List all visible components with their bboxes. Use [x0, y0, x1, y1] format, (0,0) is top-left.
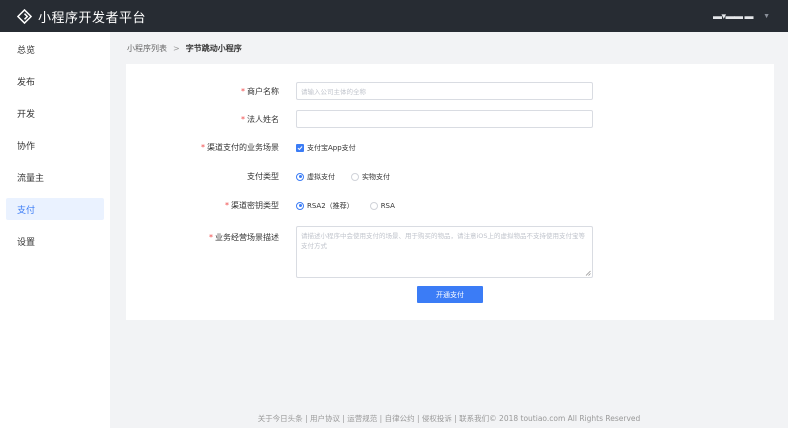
- required-mark: *: [201, 143, 205, 152]
- pay-type-row: 支付类型 虚拟支付 实物支付: [126, 171, 406, 182]
- sidebar-item-label: 总览: [17, 45, 36, 56]
- pay-type-virtual-radio[interactable]: 虚拟支付: [296, 172, 335, 182]
- merchant-name-row: * 商户名称 请输入公司主体的全称: [126, 82, 593, 100]
- sidebar: 总览发布开发协作流量主支付设置: [0, 32, 110, 428]
- top-bar: 小程序开发者平台 ▬▾▬▬ ▬ ▼: [0, 0, 788, 32]
- resize-handle-icon[interactable]: [585, 270, 591, 276]
- breadcrumb: 小程序列表 > 字节跳动小程序: [127, 43, 242, 54]
- required-mark: *: [225, 201, 229, 210]
- sidebar-item-traffic[interactable]: 流量主: [6, 166, 104, 188]
- pay-type-label: 支付类型: [247, 172, 279, 181]
- sidebar-item-overview[interactable]: 总览: [6, 38, 104, 60]
- sidebar-item-payment[interactable]: 支付: [6, 198, 104, 220]
- key-type-row: * 渠道密钥类型 RSA2（推荐） RSA: [126, 200, 411, 211]
- key-type-rsa-label: RSA: [380, 201, 395, 210]
- description-textarea[interactable]: 请描述小程序中会使用支付的场景、用于购买的物品，请注意iOS上的虚拟物品不支持使…: [296, 226, 593, 278]
- sidebar-item-label: 开发: [17, 109, 36, 120]
- required-mark: *: [209, 233, 213, 242]
- diamond-logo-icon: [17, 8, 32, 24]
- sidebar-nav: 总览发布开发协作流量主支付设置: [0, 32, 110, 252]
- alipay-app-label: 支付宝App支付: [307, 143, 356, 152]
- sidebar-item-label: 流量主: [17, 173, 45, 184]
- pay-type-physical-radio[interactable]: 实物支付: [351, 172, 390, 182]
- sidebar-item-label: 设置: [17, 237, 36, 248]
- description-label: 业务经营场景描述: [215, 233, 279, 242]
- required-mark: *: [241, 114, 245, 124]
- breadcrumb-parent-link[interactable]: 小程序列表: [127, 43, 167, 54]
- merchant-name-input[interactable]: 请输入公司主体的全称: [296, 82, 593, 100]
- radio-selected-icon: [296, 201, 304, 210]
- merchant-name-placeholder: 请输入公司主体的全称: [301, 88, 366, 96]
- alipay-app-checkbox[interactable]: 支付宝App支付: [296, 143, 356, 153]
- main-content: 小程序列表 > 字节跳动小程序 *商户名称 请输入公司主体的全称 *法人姓名: [110, 32, 788, 428]
- radio-unselected-icon: [351, 172, 359, 181]
- sidebar-item-collaborate[interactable]: 协作: [6, 134, 104, 156]
- user-name: ▬▾▬▬ ▬: [713, 10, 754, 21]
- sidebar-item-publish[interactable]: 发布: [6, 70, 104, 92]
- legal-name-input[interactable]: [296, 110, 593, 128]
- checkbox-checked-icon: [296, 143, 304, 152]
- business-scene-label: 渠道支付的业务场景: [207, 143, 279, 152]
- key-type-rsa2-radio[interactable]: RSA2（推荐）: [296, 201, 354, 211]
- business-scene-row: * 渠道支付的业务场景 支付宝App支付: [126, 142, 372, 153]
- platform-title: 小程序开发者平台: [38, 10, 147, 26]
- description-row: * 业务经营场景描述 请描述小程序中会使用支付的场景、用于购买的物品，请注意iOS…: [126, 226, 593, 278]
- key-type-rsa2-label: RSA2（推荐）: [307, 201, 354, 210]
- pay-type-physical-label: 实物支付: [362, 172, 390, 181]
- key-type-label: 渠道密钥类型: [231, 201, 279, 210]
- key-type-rsa-radio[interactable]: RSA: [369, 201, 395, 210]
- user-menu[interactable]: ▬▾▬▬ ▬ ▼: [713, 0, 770, 32]
- merchant-name-label: 商户名称: [247, 86, 279, 96]
- required-mark: *: [241, 86, 245, 96]
- radio-unselected-icon: [369, 201, 378, 210]
- description-placeholder: 请描述小程序中会使用支付的场景、用于购买的物品，请注意iOS上的虚拟物品不支持使…: [301, 232, 586, 250]
- footer: 关于今日头条 | 用户协议 | 运营规范 | 自律公约 | 侵权投诉 | 联系我…: [257, 414, 641, 423]
- payment-form-card: * 商户名称 请输入公司主体的全称 * 法人姓名 * 渠道支付的业务场景 支付宝…: [126, 64, 774, 320]
- breadcrumb-separator: >: [173, 44, 180, 53]
- legal-name-row: * 法人姓名: [126, 110, 593, 128]
- open-payment-button[interactable]: 开通支付: [417, 286, 483, 303]
- pay-type-virtual-label: 虚拟支付: [307, 172, 335, 181]
- sidebar-item-develop[interactable]: 开发: [6, 102, 104, 124]
- sidebar-item-label: 支付: [17, 205, 36, 216]
- sidebar-item-label: 发布: [17, 77, 36, 88]
- sidebar-item-label: 协作: [17, 141, 36, 152]
- chevron-down-icon: ▼: [763, 12, 770, 20]
- sidebar-item-settings[interactable]: 设置: [6, 230, 104, 252]
- breadcrumb-current: 字节跳动小程序: [185, 44, 242, 53]
- logo[interactable]: 小程序开发者平台: [17, 7, 146, 26]
- legal-name-label: 法人姓名: [247, 114, 279, 124]
- radio-selected-icon: [296, 172, 304, 181]
